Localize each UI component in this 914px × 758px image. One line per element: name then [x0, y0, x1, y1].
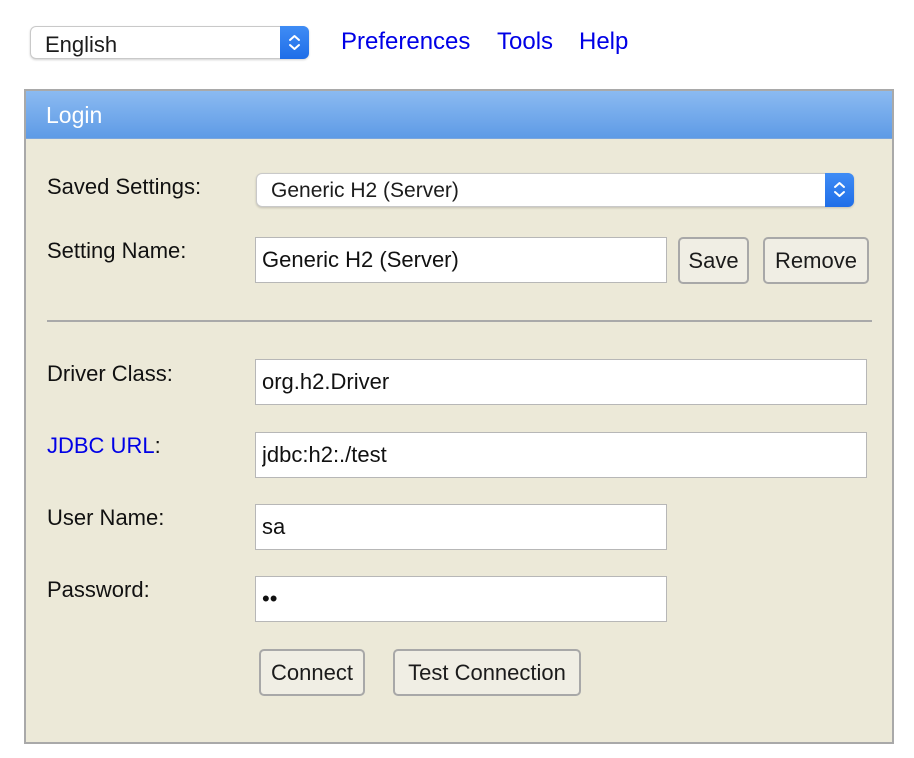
- jdbc-url-input[interactable]: [255, 432, 867, 478]
- language-select[interactable]: English: [30, 26, 309, 59]
- remove-button[interactable]: Remove: [763, 237, 869, 284]
- chevron-up-down-icon: [834, 182, 845, 197]
- tools-link[interactable]: Tools: [497, 28, 553, 56]
- jdbc-url-link[interactable]: JDBC URL: [47, 433, 155, 458]
- chevron-up-down-icon: [289, 35, 300, 50]
- saved-settings-stepper[interactable]: [825, 173, 854, 207]
- setting-name-label: Setting Name:: [47, 238, 187, 263]
- user-name-label: User Name:: [47, 505, 165, 530]
- saved-settings-value: Generic H2 (Server): [271, 179, 459, 202]
- driver-class-input[interactable]: [255, 359, 867, 405]
- language-stepper[interactable]: [280, 26, 309, 59]
- language-select-value: English: [45, 32, 118, 57]
- section-divider: [47, 320, 872, 322]
- password-input[interactable]: [255, 576, 667, 622]
- login-panel-header: Login: [26, 91, 892, 139]
- user-name-input[interactable]: [255, 504, 667, 550]
- setting-name-input[interactable]: [255, 237, 667, 283]
- saved-settings-label: Saved Settings:: [47, 174, 202, 199]
- jdbc-url-label: JDBC URL:: [47, 433, 161, 459]
- save-button[interactable]: Save: [678, 237, 749, 284]
- password-label: Password:: [47, 577, 150, 602]
- login-panel: Login Saved Settings: Generic H2 (Server…: [24, 89, 894, 744]
- jdbc-url-colon: :: [154, 433, 161, 458]
- test-connection-button[interactable]: Test Connection: [393, 649, 581, 696]
- connect-button[interactable]: Connect: [259, 649, 365, 696]
- preferences-link[interactable]: Preferences: [341, 28, 470, 56]
- help-link[interactable]: Help: [579, 28, 628, 56]
- login-title: Login: [46, 102, 103, 128]
- driver-class-label: Driver Class:: [47, 361, 173, 386]
- saved-settings-select[interactable]: Generic H2 (Server): [256, 173, 854, 207]
